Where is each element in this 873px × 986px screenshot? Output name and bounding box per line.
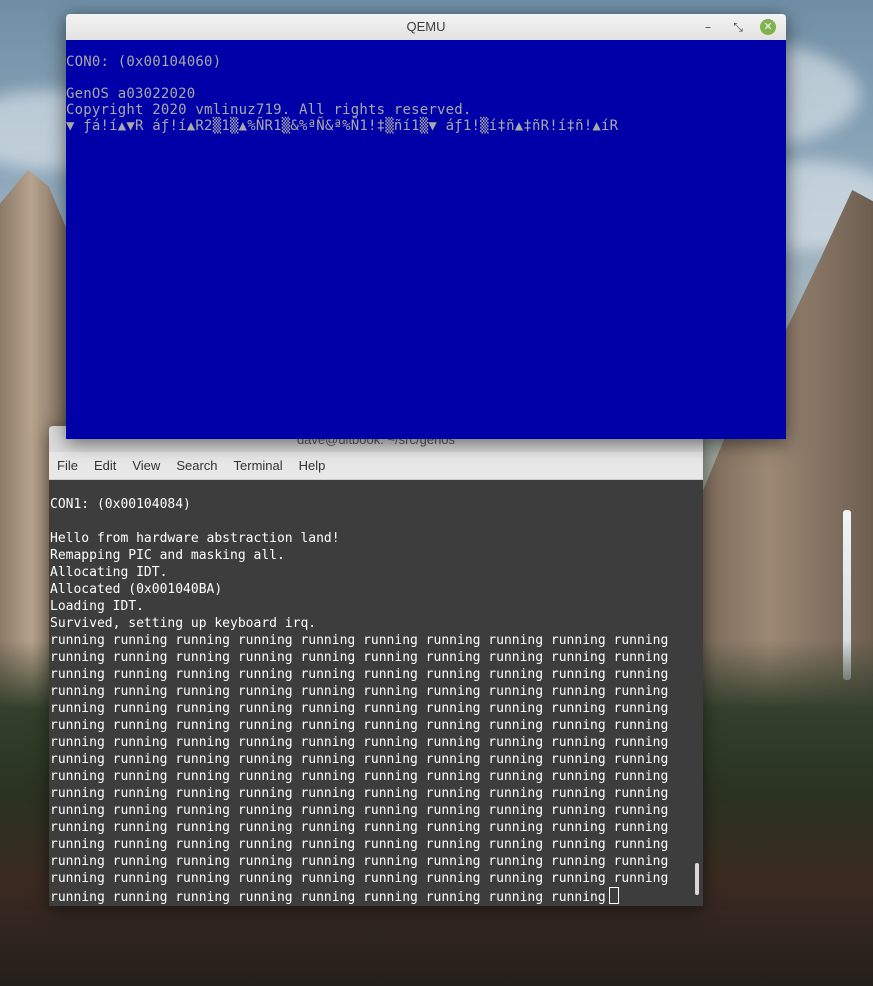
terminal-menubar: File Edit View Search Terminal Help xyxy=(49,452,703,480)
terminal-line: Allocated (0x001040BA) xyxy=(50,582,223,597)
menu-help[interactable]: Help xyxy=(299,458,326,473)
running-line: running running running running running … xyxy=(50,718,669,733)
terminal-line: Remapping PIC and masking all. xyxy=(50,548,285,563)
terminal-output[interactable]: CON1: (0x00104084) Hello from hardware a… xyxy=(49,480,703,906)
terminal-scrollbar[interactable] xyxy=(691,480,701,906)
qemu-screen-line: CON0: (0x00104060) xyxy=(66,54,222,70)
close-icon[interactable]: ✕ xyxy=(760,19,776,35)
running-line: running running running running running … xyxy=(50,633,669,648)
menu-terminal[interactable]: Terminal xyxy=(234,458,283,473)
running-line: running running running running running … xyxy=(50,684,669,699)
running-line-last: running running running running running … xyxy=(50,887,619,905)
text-cursor xyxy=(608,887,619,904)
qemu-screen-line: GenOS a03022020 xyxy=(66,86,196,102)
minimize-icon[interactable]: – xyxy=(700,19,716,35)
menu-search[interactable]: Search xyxy=(176,458,217,473)
terminal-line: Loading IDT. xyxy=(50,599,144,614)
restore-icon[interactable]: ⤡ xyxy=(730,19,746,35)
running-line: running running running running running … xyxy=(50,752,669,767)
last-line-text: running running running running running … xyxy=(50,890,606,905)
running-line: running running running running running … xyxy=(50,871,669,886)
running-line: running running running running running … xyxy=(50,701,669,716)
menu-view[interactable]: View xyxy=(132,458,160,473)
qemu-screen-line: ▼ ƒá!í▲▼R áƒ!í▲R2▒1▒▲%ÑR1▒&%ªÑ&ª%Ñ1!‡▒ñí… xyxy=(66,118,619,134)
running-line: running running running running running … xyxy=(50,650,669,665)
menu-edit[interactable]: Edit xyxy=(94,458,116,473)
terminal-window[interactable]: dave@ultbook: ~/src/genos File Edit View… xyxy=(49,426,703,906)
qemu-screen-line: Copyright 2020 vmlinuz719. All rights re… xyxy=(66,102,472,118)
running-line: running running running running running … xyxy=(50,735,669,750)
qemu-display[interactable]: CON0: (0x00104060) GenOS a03022020 Copyr… xyxy=(66,40,786,439)
scrollbar-thumb[interactable] xyxy=(695,863,699,895)
running-line: running running running running running … xyxy=(50,820,669,835)
running-line: running running running running running … xyxy=(50,786,669,801)
running-line: running running running running running … xyxy=(50,854,669,869)
qemu-titlebar[interactable]: QEMU – ⤡ ✕ xyxy=(66,14,786,41)
terminal-line: CON1: (0x00104084) xyxy=(50,497,191,512)
running-line: running running running running running … xyxy=(50,667,669,682)
running-line: running running running running running … xyxy=(50,803,669,818)
qemu-window[interactable]: QEMU – ⤡ ✕ CON0: (0x00104060) GenOS a030… xyxy=(66,14,786,439)
menu-file[interactable]: File xyxy=(57,458,78,473)
terminal-line: Allocating IDT. xyxy=(50,565,168,580)
running-line: running running running running running … xyxy=(50,837,669,852)
terminal-line: Survived, setting up keyboard irq. xyxy=(50,616,317,631)
running-line: running running running running running … xyxy=(50,769,669,784)
terminal-line: Hello from hardware abstraction land! xyxy=(50,531,340,546)
qemu-title: QEMU xyxy=(406,19,446,34)
